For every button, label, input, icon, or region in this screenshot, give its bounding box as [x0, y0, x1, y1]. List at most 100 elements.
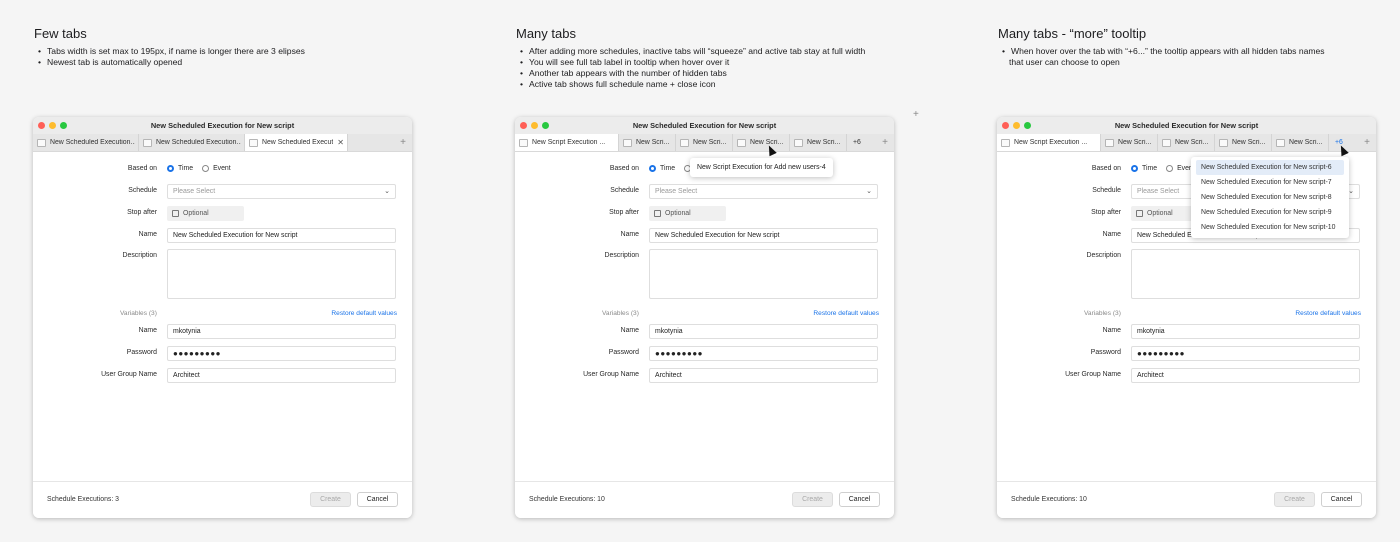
window-title: New Scheduled Execution for New script	[1114, 121, 1259, 130]
tab-schedule[interactable]: New Scri...	[733, 134, 790, 151]
password-input[interactable]: ●●●●●●●●●	[167, 346, 396, 361]
hidden-tab-item[interactable]: New Scheduled Execution for New script-9	[1196, 205, 1344, 220]
radio-time[interactable]: Time	[167, 165, 193, 172]
document-icon	[143, 138, 152, 147]
more-tabs-button[interactable]: +6	[847, 134, 867, 151]
password-input[interactable]: ●●●●●●●●●	[1131, 346, 1360, 361]
radio-checked-icon[interactable]	[1131, 165, 1138, 172]
close-window-icon[interactable]	[520, 122, 527, 129]
user-group-input[interactable]: Architect	[649, 368, 878, 383]
radio-unchecked-icon[interactable]	[202, 165, 210, 172]
zoom-window-icon[interactable]	[542, 122, 549, 129]
variables-label: Variables (3)	[1084, 310, 1121, 317]
schedule-select[interactable]: Please Select ⌄	[167, 184, 396, 199]
radio-checked-icon[interactable]	[167, 165, 174, 172]
radio-unchecked-icon[interactable]	[1166, 165, 1174, 172]
note-bullet: Another tab appears with the number of h…	[516, 68, 865, 79]
tab-schedule[interactable]: New Script Execution ...	[515, 134, 619, 151]
stop-after-date-field[interactable]: Optional	[167, 206, 244, 221]
add-tab-icon[interactable]: +	[1358, 134, 1376, 151]
note-bullet: You will see full tab label in tooltip w…	[516, 57, 865, 68]
name-label: Name	[1102, 231, 1121, 238]
name-input[interactable]: New Scheduled Execution for New script	[167, 228, 396, 243]
name-input[interactable]: New Scheduled Execution for New script	[649, 228, 878, 243]
zoom-window-icon[interactable]	[1024, 122, 1031, 129]
password-label: Password	[126, 349, 157, 356]
description-textarea[interactable]	[1131, 249, 1360, 299]
more-tabs-label: +6	[853, 139, 861, 146]
var-name-input[interactable]: mkotynia	[167, 324, 396, 339]
stop-after-date-field[interactable]: Optional	[649, 206, 726, 221]
description-textarea[interactable]	[649, 249, 878, 299]
close-tab-icon[interactable]: ✕	[337, 138, 344, 147]
var-name-input[interactable]: mkotynia	[649, 324, 878, 339]
user-group-label: User Group Name	[583, 371, 639, 378]
close-window-icon[interactable]	[1002, 122, 1009, 129]
title-bar: New Scheduled Execution for New script	[515, 117, 894, 134]
based-on-radios: Time Event	[1131, 165, 1195, 172]
description-textarea[interactable]	[167, 249, 396, 299]
var-name-label: Name	[620, 327, 639, 334]
close-window-icon[interactable]	[38, 122, 45, 129]
tab-schedule[interactable]: New Scheduled Execution...	[139, 134, 245, 151]
name-label: Name	[620, 231, 639, 238]
zoom-window-icon[interactable]	[60, 122, 67, 129]
minimize-window-icon[interactable]	[49, 122, 56, 129]
cancel-button[interactable]: Cancel	[1321, 492, 1362, 507]
restore-defaults-link[interactable]: Restore default values	[1295, 310, 1361, 317]
tab-schedule[interactable]: New Scri...	[1272, 134, 1329, 151]
tab-bar: New Scheduled Execution... New Scheduled …	[33, 134, 412, 152]
title-bar: New Scheduled Execution for New script	[997, 117, 1376, 134]
hidden-tab-item[interactable]: New Scheduled Execution for New script-7	[1196, 175, 1344, 190]
description-label: Description	[604, 252, 639, 259]
restore-defaults-link[interactable]: Restore default values	[331, 310, 397, 317]
create-button[interactable]: Create	[792, 492, 833, 507]
var-name-input[interactable]: mkotynia	[1131, 324, 1360, 339]
tab-schedule[interactable]: New Script Execution ...	[997, 134, 1101, 151]
user-group-input[interactable]: Architect	[167, 368, 396, 383]
stop-after-placeholder: Optional	[1147, 210, 1173, 217]
schedule-count: Schedule Executions: 3	[47, 496, 120, 503]
tab-label: New Scheduled Execution...	[156, 139, 241, 146]
tab-schedule[interactable]: New Scheduled Executi... ✕	[245, 134, 348, 151]
cancel-button[interactable]: Cancel	[357, 492, 398, 507]
note-bullet: After adding more schedules, inactive ta…	[516, 46, 865, 57]
radio-checked-icon[interactable]	[649, 165, 656, 172]
note-more-tooltip: Many tabs - “more” tooltip When hover ov…	[998, 26, 1325, 68]
password-input[interactable]: ●●●●●●●●●	[649, 346, 878, 361]
tab-label: New Scheduled Executi...	[262, 139, 334, 146]
tab-label: New Scri...	[1232, 139, 1266, 146]
radio-time-label: Time	[1142, 165, 1158, 172]
cancel-button[interactable]: Cancel	[839, 492, 880, 507]
restore-defaults-link[interactable]: Restore default values	[813, 310, 879, 317]
schedule-label: Schedule	[610, 187, 639, 194]
tab-schedule[interactable]: New Scri...	[1158, 134, 1215, 151]
tab-schedule[interactable]: New Scri...	[676, 134, 733, 151]
var-name-label: Name	[1102, 327, 1121, 334]
hidden-tab-item[interactable]: New Scheduled Execution for New script-1…	[1196, 220, 1344, 235]
schedule-select[interactable]: Please Select ⌄	[649, 184, 878, 199]
tab-label: New Scri...	[1289, 139, 1323, 146]
tab-schedule[interactable]: New Scri...	[790, 134, 847, 151]
tab-schedule[interactable]: New Scri...	[619, 134, 676, 151]
window-footer: Schedule Executions: 10 Create Cancel	[997, 481, 1376, 518]
radio-time[interactable]: Time	[649, 165, 675, 172]
chevron-down-icon: ⌄	[384, 188, 390, 195]
tab-schedule[interactable]: New Scri...	[1101, 134, 1158, 151]
add-tab-icon[interactable]: +	[876, 134, 894, 151]
create-button[interactable]: Create	[310, 492, 351, 507]
minimize-window-icon[interactable]	[531, 122, 538, 129]
user-group-input[interactable]: Architect	[1131, 368, 1360, 383]
document-icon	[737, 138, 746, 147]
radio-time[interactable]: Time	[1131, 165, 1157, 172]
tab-bar: New Script Execution ... New Scri... New S…	[997, 134, 1376, 152]
hidden-tab-item[interactable]: New Scheduled Execution for New script-8	[1196, 190, 1344, 205]
hidden-tab-item[interactable]: New Scheduled Execution for New script-6	[1196, 160, 1344, 175]
document-icon	[1001, 138, 1010, 147]
tab-schedule[interactable]: New Scheduled Execution...	[33, 134, 139, 151]
minimize-window-icon[interactable]	[1013, 122, 1020, 129]
radio-event[interactable]: Event	[202, 165, 231, 172]
tab-schedule[interactable]: New Scri...	[1215, 134, 1272, 151]
create-button[interactable]: Create	[1274, 492, 1315, 507]
add-tab-icon[interactable]: +	[394, 134, 412, 151]
